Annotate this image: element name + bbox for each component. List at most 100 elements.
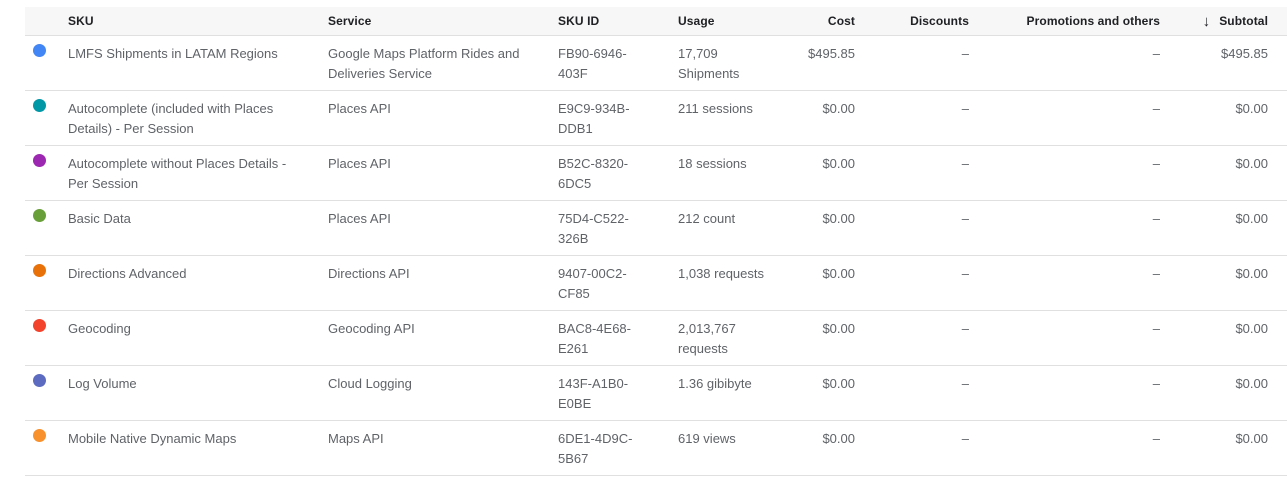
cost-cell: $0.00 xyxy=(780,311,855,365)
column-header-service[interactable]: Service xyxy=(328,14,558,28)
sku-color-dot xyxy=(33,429,46,442)
usage-cell: 211 sessions xyxy=(678,91,780,145)
sku-color-dot xyxy=(33,99,46,112)
cost-cell: $0.00 xyxy=(780,256,855,310)
sku-id-cell: BAC8-4E68-E261 xyxy=(558,311,678,365)
table-row: Mobile Native Dynamic Maps Maps API 6DE1… xyxy=(25,421,1287,476)
sku-cell: LMFS Shipments in LATAM Regions xyxy=(68,36,328,90)
top-spacer xyxy=(25,0,1287,7)
service-cell: Geocoding API xyxy=(328,311,558,365)
table-body: LMFS Shipments in LATAM Regions Google M… xyxy=(25,36,1287,478)
sku-color-dot-cell xyxy=(25,311,68,365)
service-cell: Google Maps Platform Rides and Deliverie… xyxy=(328,36,558,90)
sku-id-cell: 75D4-C522-326B xyxy=(558,201,678,255)
cost-cell: $0.00 xyxy=(780,366,855,420)
usage-cell: 18 sessions xyxy=(678,146,780,200)
sku-color-dot-cell xyxy=(25,36,68,90)
promotions-cell: – xyxy=(969,91,1160,145)
sku-color-dot xyxy=(33,209,46,222)
sku-color-dot-cell xyxy=(25,256,68,310)
table-header-row: SKU Service SKU ID Usage Cost Discounts … xyxy=(25,7,1287,36)
sku-id-cell: 143F-A1B0-E0BE xyxy=(558,366,678,420)
discounts-cell: – xyxy=(855,421,969,475)
sku-color-dot-cell xyxy=(25,201,68,255)
subtotal-cell: $495.85 xyxy=(1160,36,1268,90)
sku-color-dot xyxy=(33,319,46,332)
table-row: LMFS Shipments in LATAM Regions Google M… xyxy=(25,36,1287,91)
sku-cell: Geocoding xyxy=(68,311,328,365)
service-cell: Maps API xyxy=(328,421,558,475)
promotions-cell: – xyxy=(969,146,1160,200)
sku-id-cell: E9C9-934B-DDB1 xyxy=(558,91,678,145)
usage-cell: 212 count xyxy=(678,201,780,255)
sku-cell: Directions Advanced xyxy=(68,256,328,310)
promotions-cell: – xyxy=(969,201,1160,255)
sku-color-dot xyxy=(33,44,46,57)
service-cell: Places API xyxy=(328,91,558,145)
column-header-subtotal[interactable]: ↓ Subtotal xyxy=(1160,13,1268,30)
sku-cell: Basic Data xyxy=(68,201,328,255)
promotions-cell: – xyxy=(969,36,1160,90)
discounts-cell: – xyxy=(855,146,969,200)
sort-descending-icon: ↓ xyxy=(1203,13,1211,30)
column-header-sku[interactable]: SKU xyxy=(68,14,328,28)
service-cell: Directions API xyxy=(328,256,558,310)
table-row: Autocomplete (included with Places Detai… xyxy=(25,91,1287,146)
discounts-cell: – xyxy=(855,256,969,310)
sku-cell: Mobile Native Dynamic Maps xyxy=(68,421,328,475)
table-row: Log Volume Cloud Logging 143F-A1B0-E0BE … xyxy=(25,366,1287,421)
discounts-cell: – xyxy=(855,201,969,255)
subtotal-cell: $0.00 xyxy=(1160,146,1268,200)
discounts-cell: – xyxy=(855,366,969,420)
promotions-cell: – xyxy=(969,311,1160,365)
sku-id-cell: 9407-00C2-CF85 xyxy=(558,256,678,310)
column-header-promotions[interactable]: Promotions and others xyxy=(969,14,1160,28)
sku-cell: Log Volume xyxy=(68,366,328,420)
service-cell: Places API xyxy=(328,146,558,200)
column-header-cost[interactable]: Cost xyxy=(780,14,855,28)
column-header-usage[interactable]: Usage xyxy=(678,14,780,28)
subtotal-cell: $0.00 xyxy=(1160,311,1268,365)
subtotal-cell: $0.00 xyxy=(1160,91,1268,145)
service-cell: Places API xyxy=(328,201,558,255)
subtotal-cell: $0.00 xyxy=(1160,421,1268,475)
subtotal-cell: $0.00 xyxy=(1160,201,1268,255)
usage-cell: 619 views xyxy=(678,421,780,475)
sku-cost-table: SKU Service SKU ID Usage Cost Discounts … xyxy=(25,0,1287,478)
sku-cell: Autocomplete (included with Places Detai… xyxy=(68,91,328,145)
column-header-subtotal-label: Subtotal xyxy=(1219,14,1268,28)
table-row: Autocomplete without Places Details - Pe… xyxy=(25,146,1287,201)
usage-cell: 2,013,767 requests xyxy=(678,311,780,365)
sku-color-dot xyxy=(33,374,46,387)
column-header-sku-id[interactable]: SKU ID xyxy=(558,14,678,28)
sku-id-cell: 6DE1-4D9C-5B67 xyxy=(558,421,678,475)
usage-cell: 1,038 requests xyxy=(678,256,780,310)
table-row: Directions Advanced Directions API 9407-… xyxy=(25,256,1287,311)
cost-cell: $0.00 xyxy=(780,201,855,255)
sku-color-dot-cell xyxy=(25,366,68,420)
subtotal-cell: $0.00 xyxy=(1160,256,1268,310)
promotions-cell: – xyxy=(969,366,1160,420)
sku-color-dot-cell xyxy=(25,421,68,475)
discounts-cell: – xyxy=(855,91,969,145)
usage-cell: 17,709 Shipments xyxy=(678,36,780,90)
sku-id-cell: B52C-8320-6DC5 xyxy=(558,146,678,200)
service-cell: Cloud Logging xyxy=(328,366,558,420)
cost-cell: $0.00 xyxy=(780,146,855,200)
table-row: Geocoding Geocoding API BAC8-4E68-E261 2… xyxy=(25,311,1287,366)
cost-cell: $0.00 xyxy=(780,91,855,145)
discounts-cell: – xyxy=(855,36,969,90)
cost-cell: $495.85 xyxy=(780,36,855,90)
sku-color-dot xyxy=(33,154,46,167)
table-row: Basic Data Places API 75D4-C522-326B 212… xyxy=(25,201,1287,256)
sku-cell: Autocomplete without Places Details - Pe… xyxy=(68,146,328,200)
sku-color-dot-cell xyxy=(25,146,68,200)
usage-cell: 1.36 gibibyte xyxy=(678,366,780,420)
promotions-cell: – xyxy=(969,421,1160,475)
sku-color-dot xyxy=(33,264,46,277)
cost-cell: $0.00 xyxy=(780,421,855,475)
column-header-discounts[interactable]: Discounts xyxy=(855,14,969,28)
sku-id-cell: FB90-6946-403F xyxy=(558,36,678,90)
subtotal-cell: $0.00 xyxy=(1160,366,1268,420)
discounts-cell: – xyxy=(855,311,969,365)
